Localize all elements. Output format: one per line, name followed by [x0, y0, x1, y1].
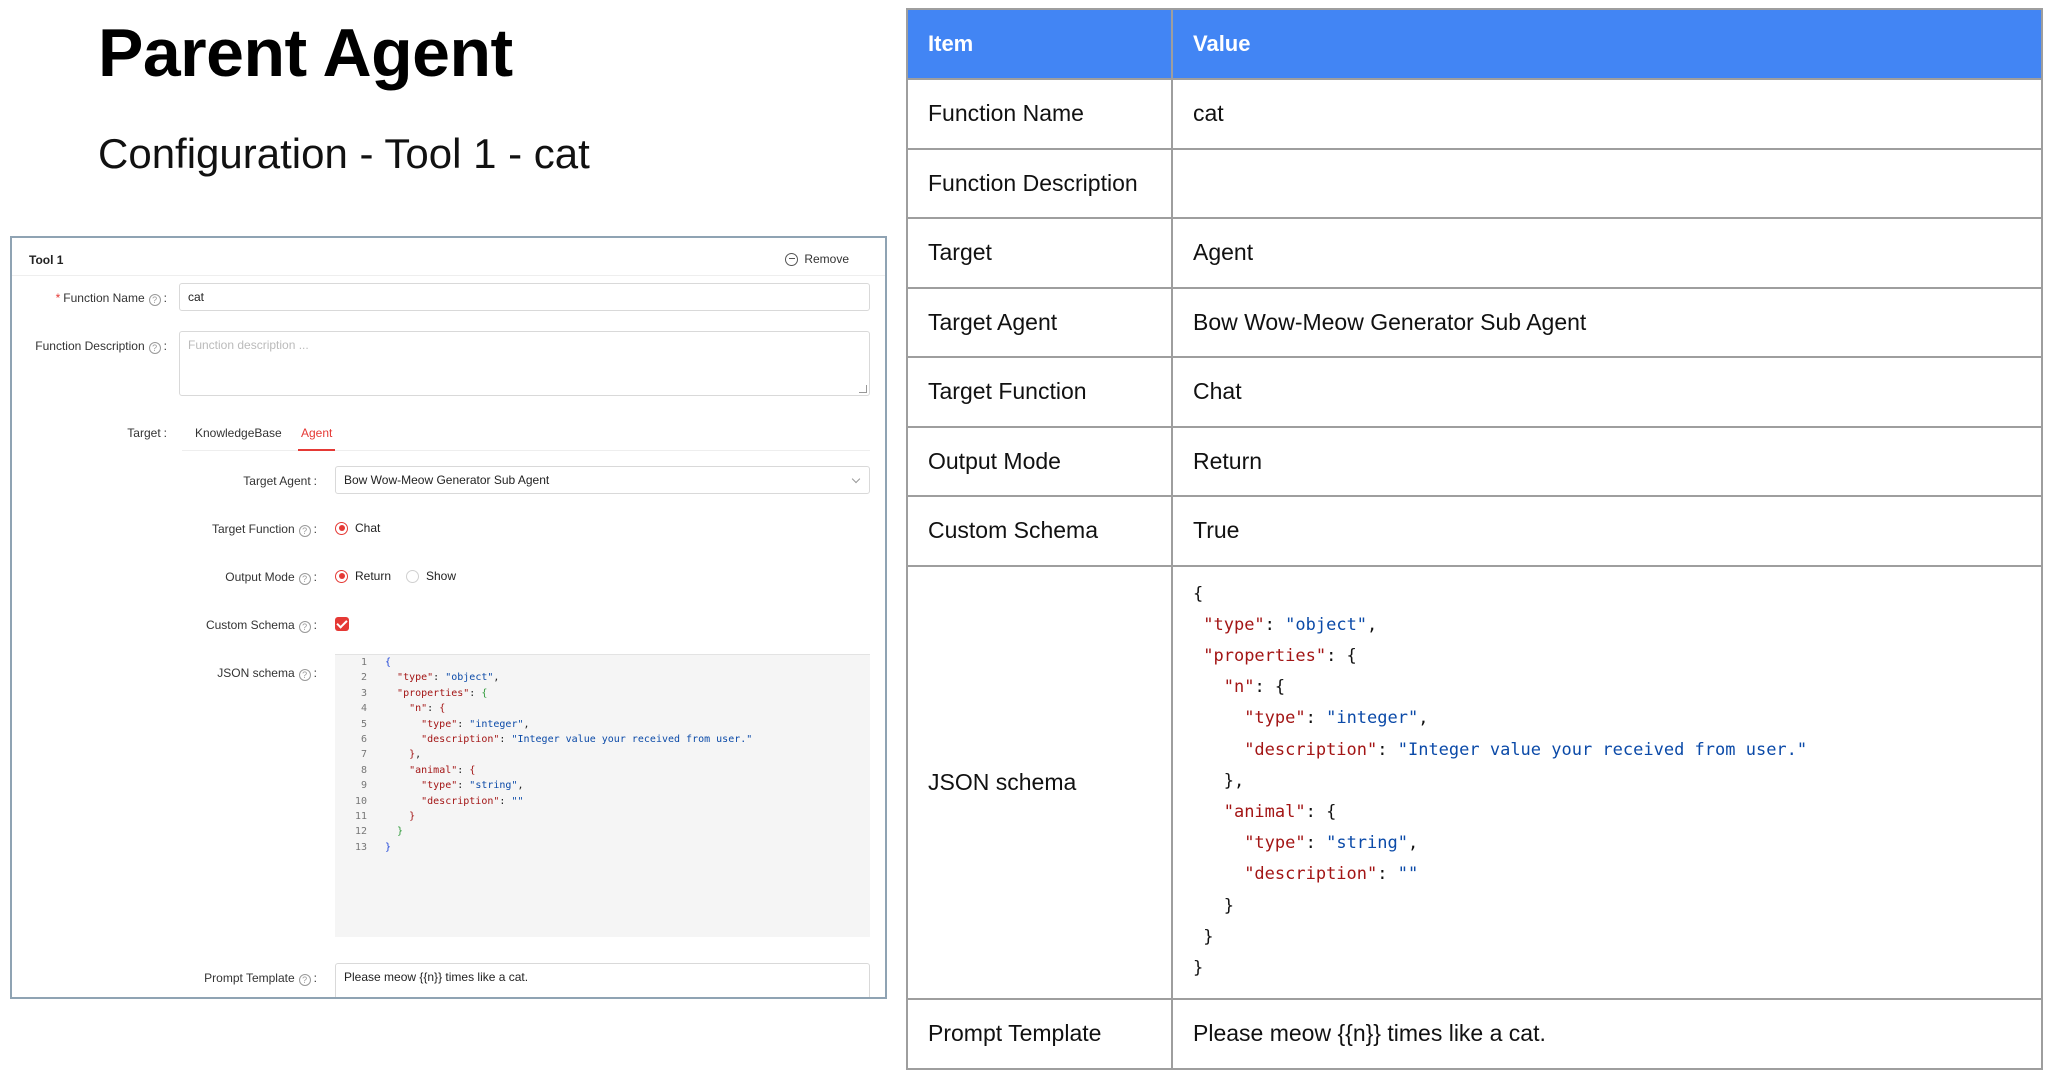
- custom-schema-checkbox[interactable]: [335, 617, 349, 631]
- tab-knowledgebase[interactable]: KnowledgeBase: [195, 426, 282, 440]
- help-icon[interactable]: ?: [298, 573, 311, 585]
- row-value: Bow Wow-Meow Generator Sub Agent: [1171, 286, 2043, 358]
- row-item: Target Agent: [906, 286, 1173, 358]
- function-name-label: * Function Name?:: [55, 291, 167, 306]
- json-schema-editor[interactable]: 1{ 2 "type": "object", 3 "properties": {…: [335, 654, 870, 937]
- row-item: Function Name: [906, 78, 1173, 150]
- table-row: Target Agent Bow Wow-Meow Generator Sub …: [906, 286, 2043, 358]
- remove-button[interactable]: Remove: [785, 252, 849, 266]
- row-item: Function Description: [906, 147, 1173, 219]
- help-icon[interactable]: ?: [298, 525, 311, 537]
- prompt-template-input[interactable]: Please meow {{n}} times like a cat.: [335, 963, 870, 997]
- row-item: Target: [906, 217, 1173, 289]
- remove-label: Remove: [804, 252, 849, 266]
- function-description-textarea[interactable]: Function description ...: [179, 331, 870, 396]
- row-value: Please meow {{n}} times like a cat.: [1171, 998, 2043, 1070]
- row-value: Return: [1171, 425, 2043, 497]
- slide-subtitle: Configuration - Tool 1 - cat: [98, 130, 590, 177]
- row-item: Output Mode: [906, 425, 1173, 497]
- help-icon[interactable]: ?: [298, 669, 311, 681]
- table-row: JSON schema { "type": "object", "propert…: [906, 564, 2043, 1001]
- table-row: Function Name cat: [906, 78, 2043, 150]
- chevron-down-icon: [851, 474, 861, 484]
- resize-handle[interactable]: [859, 385, 867, 393]
- tab-agent[interactable]: Agent: [301, 426, 332, 440]
- json-schema-block: { "type": "object", "properties": { "n":…: [1193, 583, 1808, 978]
- minus-circle-icon: [785, 252, 799, 266]
- row-value: cat: [1171, 78, 2043, 150]
- target-agent-select[interactable]: Bow Wow-Meow Generator Sub Agent: [335, 466, 870, 494]
- target-function-radio-chat[interactable]: Chat: [335, 521, 380, 535]
- row-item: JSON schema: [906, 564, 1173, 1001]
- row-value: Agent: [1171, 217, 2043, 289]
- tool-title: Tool 1: [29, 253, 64, 267]
- row-value: Chat: [1171, 356, 2043, 428]
- prompt-template-label: Prompt Template?:: [204, 971, 317, 986]
- row-item: Prompt Template: [906, 998, 1173, 1070]
- table-header-row: Item Value: [906, 8, 2043, 80]
- help-icon[interactable]: ?: [298, 974, 311, 986]
- help-icon[interactable]: ?: [148, 342, 161, 354]
- help-icon[interactable]: ?: [298, 621, 311, 633]
- row-item: Target Function: [906, 356, 1173, 428]
- target-agent-label: Target Agent:: [243, 474, 317, 488]
- output-mode-radio-show[interactable]: Show: [406, 569, 456, 583]
- table-row: Prompt Template Please meow {{n}} times …: [906, 998, 2043, 1070]
- target-function-label: Target Function?:: [211, 522, 317, 537]
- table-row: Target Agent: [906, 217, 2043, 289]
- output-mode-label: Output Mode?:: [225, 570, 317, 585]
- radio-selected-icon: [335, 521, 348, 535]
- tabs-divider: [182, 450, 870, 451]
- output-mode-radio-return[interactable]: Return: [335, 569, 391, 583]
- table-row: Output Mode Return: [906, 425, 2043, 497]
- header-item: Item: [906, 8, 1173, 80]
- tool-config-panel: Tool 1 Remove * Function Name?: cat Funct…: [10, 236, 887, 999]
- active-tab-indicator: [298, 449, 335, 451]
- required-mark: *: [55, 291, 61, 305]
- header-value: Value: [1171, 8, 2043, 80]
- help-icon[interactable]: ?: [148, 294, 161, 306]
- table-row: Function Description: [906, 147, 2043, 219]
- slide-title: Parent Agent: [98, 15, 513, 91]
- panel-header: Tool 1 Remove: [12, 238, 885, 276]
- json-schema-label: JSON schema?:: [217, 666, 317, 681]
- target-label: Target:: [127, 426, 167, 440]
- row-value: True: [1171, 495, 2043, 567]
- config-summary-table: Item Value Function Name cat Function De…: [906, 8, 2043, 1070]
- function-description-label: Function Description?:: [35, 339, 167, 354]
- table-row: Custom Schema True: [906, 495, 2043, 567]
- row-value: [1171, 147, 2043, 219]
- row-item: Custom Schema: [906, 495, 1173, 567]
- table-row: Target Function Chat: [906, 356, 2043, 428]
- radio-unselected-icon: [406, 569, 419, 583]
- custom-schema-label: Custom Schema?:: [205, 618, 317, 633]
- function-name-input[interactable]: cat: [179, 283, 870, 311]
- row-value-json: { "type": "object", "properties": { "n":…: [1171, 564, 2043, 1001]
- radio-selected-icon: [335, 569, 348, 583]
